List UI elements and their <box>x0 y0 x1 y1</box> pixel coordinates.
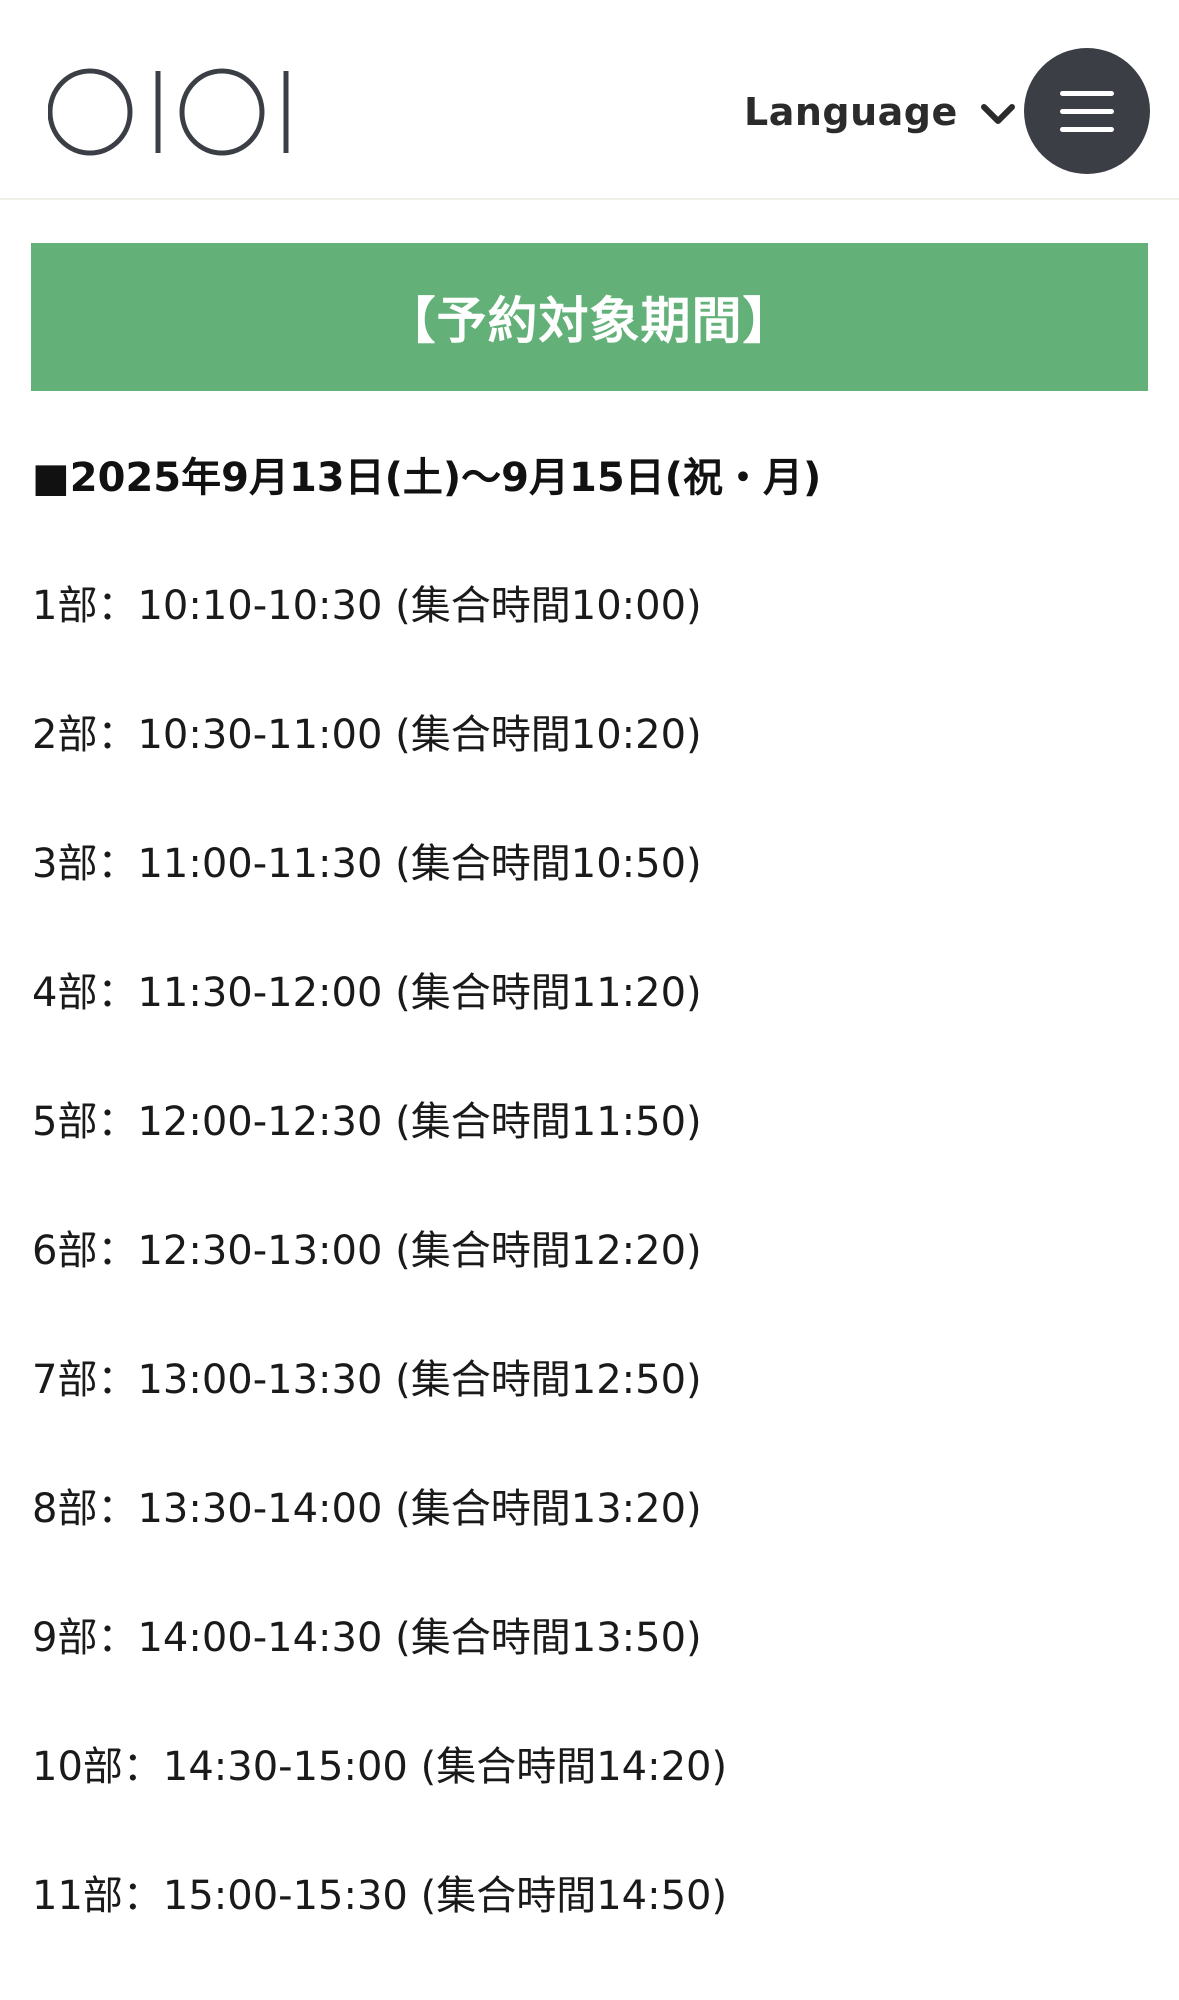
schedule-item: 2部：10:30-11:00 (集合時間10:20) <box>32 712 702 758</box>
banner-title: 【予約対象期間】 <box>385 292 794 350</box>
chevron-down-icon <box>980 104 1015 124</box>
hamburger-menu-button[interactable] <box>1024 48 1150 174</box>
site-header: Language <box>0 0 1179 200</box>
language-selector[interactable]: Language <box>744 84 1016 140</box>
schedule-item: 9部：14:00-14:30 (集合時間13:50) <box>32 1615 702 1661</box>
reservation-period-banner: 【予約対象期間】 <box>31 243 1148 391</box>
schedule-item: 6部：12:30-13:00 (集合時間12:20) <box>32 1228 702 1274</box>
schedule-item: 5部：12:00-12:30 (集合時間11:50) <box>32 1099 702 1145</box>
period-date-heading: ■2025年9月13日(土)〜9月15日(祝・月) <box>32 455 822 501</box>
schedule-item: 3部：11:00-11:30 (集合時間10:50) <box>32 841 702 887</box>
schedule-item: 10部：14:30-15:00 (集合時間14:20) <box>32 1744 728 1790</box>
oioi-logo[interactable] <box>47 68 292 156</box>
schedule-item: 11部：15:00-15:30 (集合時間14:50) <box>32 1873 728 1919</box>
schedule-item: 1部：10:10-10:30 (集合時間10:00) <box>32 583 702 629</box>
language-label: Language <box>744 90 958 134</box>
schedule-item: 8部：13:30-14:00 (集合時間13:20) <box>32 1486 702 1532</box>
schedule-item: 4部：11:30-12:00 (集合時間11:20) <box>32 970 702 1016</box>
schedule-item: 7部：13:00-13:30 (集合時間12:50) <box>32 1357 702 1403</box>
oioi-logo-mark <box>47 68 289 156</box>
session-schedule-list: 1部：10:10-10:30 (集合時間10:00) 2部：10:30-11:0… <box>32 570 727 1989</box>
